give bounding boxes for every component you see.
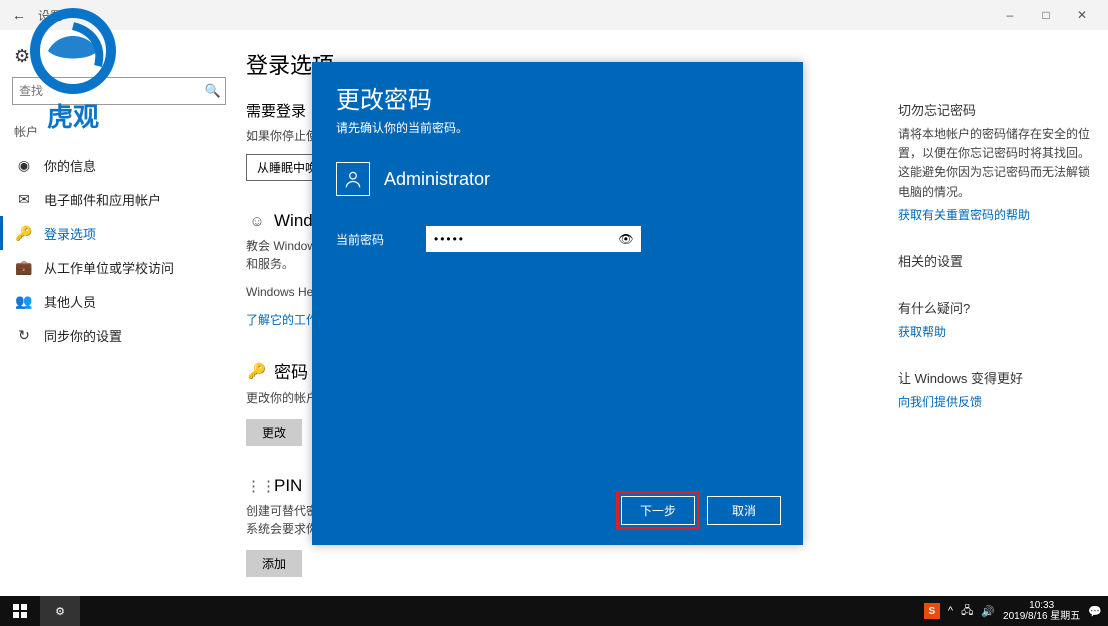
current-password-field[interactable]: 👁 <box>426 226 641 252</box>
gear-icon: ⚙ <box>14 46 238 67</box>
hello-title: Wind <box>274 211 313 231</box>
network-icon[interactable]: 🖧 <box>961 602 973 621</box>
sync-icon: ↻ <box>14 327 34 344</box>
right-block-title: 有什么疑问? <box>898 298 1092 317</box>
volume-icon[interactable]: 🔊 <box>981 605 995 618</box>
close-button[interactable]: ✕ <box>1064 8 1100 22</box>
clock-time: 10:33 <box>1003 600 1080 611</box>
settings-right-panel: 切勿忘记密码 请将本地帐户的密码储存在安全的位置，以便在你忘记密码时将其找回。这… <box>898 30 1108 596</box>
right-block-title: 让 Windows 变得更好 <box>898 368 1092 387</box>
reveal-password-icon[interactable]: 👁 <box>617 232 635 246</box>
grid-icon: ⋮⋮ <box>246 477 268 495</box>
current-password-label: 当前密码 <box>336 231 426 248</box>
feedback-link[interactable]: 向我们提供反馈 <box>898 393 1092 410</box>
taskbar-settings-button[interactable]: ⚙ <box>40 596 80 626</box>
back-button[interactable]: ← <box>8 7 30 23</box>
sidebar-item-sync[interactable]: ↻ 同步你的设置 <box>0 318 238 352</box>
sogou-ime-icon[interactable]: S <box>924 603 940 619</box>
right-block-title: 相关的设置 <box>898 251 1092 270</box>
start-button[interactable] <box>0 596 40 626</box>
right-block-text: 请将本地帐户的密码储存在安全的位置，以便在你忘记密码时将其找回。这能避免你因为忘… <box>898 125 1092 202</box>
maximize-button[interactable]: □ <box>1028 8 1064 22</box>
change-password-dialog: 更改密码 请先确认你的当前密码。 Administrator 当前密码 👁 下一… <box>312 62 803 545</box>
add-pin-button[interactable]: 添加 <box>246 550 302 577</box>
sidebar-category: 帐户 <box>14 123 238 140</box>
sidebar-item-label: 电子邮件和应用帐户 <box>44 190 161 209</box>
minimize-button[interactable]: – <box>992 8 1028 22</box>
sidebar-item-email[interactable]: ✉ 电子邮件和应用帐户 <box>0 182 238 216</box>
taskbar-clock[interactable]: 10:33 2019/8/16 星期五 <box>1003 600 1080 622</box>
sidebar-item-other-users[interactable]: 👥 其他人员 <box>0 284 238 318</box>
people-icon: 👥 <box>14 293 34 310</box>
hello-desc-line: 和服务。 <box>246 257 294 271</box>
sidebar-item-label: 你的信息 <box>44 156 96 175</box>
sidebar-item-label: 登录选项 <box>44 224 96 243</box>
get-help-link[interactable]: 获取帮助 <box>898 323 1092 340</box>
window-titlebar: ← 设置 – □ ✕ <box>0 0 1108 30</box>
hello-desc-line: 教会 Window <box>246 239 316 253</box>
mail-icon: ✉ <box>14 191 34 208</box>
user-avatar-icon <box>336 162 370 196</box>
window-title: 设置 <box>38 7 62 24</box>
clock-date: 2019/8/16 星期五 <box>1003 611 1080 622</box>
sidebar-item-signin-options[interactable]: 🔑 登录选项 <box>0 216 238 250</box>
settings-sidebar: ⚙ 🔍 帐户 ◉ 你的信息 ✉ 电子邮件和应用帐户 🔑 登录选项 💼 从工作单位… <box>0 30 238 596</box>
key-icon: 🔑 <box>246 362 268 380</box>
dialog-username: Administrator <box>384 169 490 190</box>
system-tray: S ^ 🖧 🔊 10:33 2019/8/16 星期五 💬 <box>924 600 1108 622</box>
pin-desc-line: 创建可替代密 <box>246 504 318 518</box>
tray-chevron-icon[interactable]: ^ <box>948 605 953 617</box>
sidebar-item-label: 其他人员 <box>44 292 96 311</box>
sidebar-item-work-school[interactable]: 💼 从工作单位或学校访问 <box>0 250 238 284</box>
briefcase-icon: 💼 <box>14 259 34 276</box>
reset-password-help-link[interactable]: 获取有关重置密码的帮助 <box>898 206 1092 223</box>
right-block-title: 切勿忘记密码 <box>898 100 1092 119</box>
search-icon: 🔍 <box>201 83 225 99</box>
taskbar: ⚙ S ^ 🖧 🔊 10:33 2019/8/16 星期五 💬 <box>0 596 1108 626</box>
next-button[interactable]: 下一步 <box>621 496 695 525</box>
dialog-title: 更改密码 <box>336 80 779 115</box>
notifications-icon[interactable]: 💬 <box>1088 605 1102 618</box>
pin-title: PIN <box>274 476 302 496</box>
pin-desc-line: 系统会要求你 <box>246 522 318 536</box>
search-input[interactable] <box>13 84 201 98</box>
id-card-icon: ◉ <box>14 157 34 174</box>
password-title: 密码 <box>274 358 308 383</box>
dialog-subtitle: 请先确认你的当前密码。 <box>336 119 779 136</box>
change-password-button[interactable]: 更改 <box>246 419 302 446</box>
current-password-input[interactable] <box>432 231 617 247</box>
search-input-wrap[interactable]: 🔍 <box>12 77 226 105</box>
sidebar-item-your-info[interactable]: ◉ 你的信息 <box>0 148 238 182</box>
cancel-button[interactable]: 取消 <box>707 496 781 525</box>
sidebar-item-label: 从工作单位或学校访问 <box>44 258 174 277</box>
sidebar-item-label: 同步你的设置 <box>44 326 122 345</box>
smiley-icon: ☺ <box>246 213 268 230</box>
key-icon: 🔑 <box>14 225 34 242</box>
